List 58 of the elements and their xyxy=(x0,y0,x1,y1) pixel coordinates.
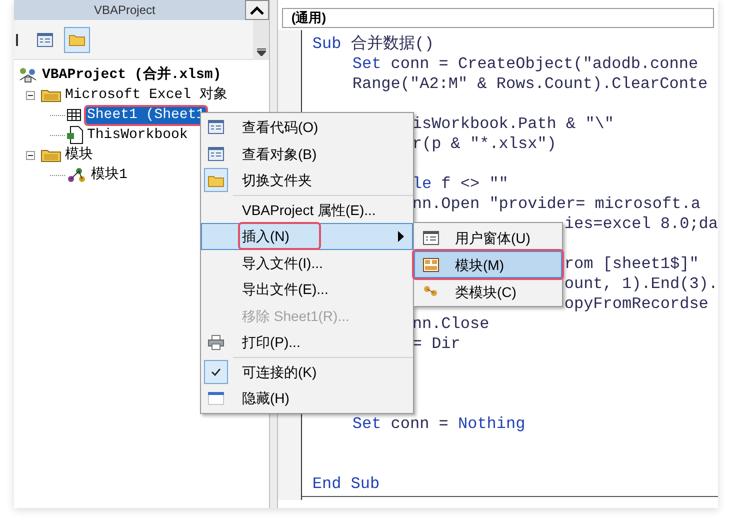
menu-item[interactable]: 用户窗体(U) xyxy=(414,224,562,251)
worksheet-icon xyxy=(67,107,83,123)
menu-item[interactable]: 导入文件(I)... xyxy=(201,250,413,276)
project-icon xyxy=(18,67,38,83)
collapse-toggle[interactable] xyxy=(26,150,35,160)
menu-item[interactable]: VBAProject 属性(E)... xyxy=(201,196,413,223)
window-list-icon xyxy=(37,32,53,46)
code-line: nn.Close xyxy=(412,314,490,334)
code-line: nn.Open "provider= microsoft.a xyxy=(412,194,700,214)
window-list-icon xyxy=(208,120,224,134)
code-line: le f <> "" xyxy=(412,174,508,194)
tree-item[interactable]: Microsoft Excel 对象 xyxy=(64,86,228,104)
form-icon xyxy=(423,230,439,244)
code-line: ount, 1).End(3). xyxy=(564,274,718,294)
tree-item[interactable]: VBAProject (合并.xlsm) xyxy=(41,66,222,84)
code-line: Set conn = CreateObject("adodb.conne xyxy=(352,54,698,74)
checkmark-icon xyxy=(211,368,221,376)
collapse-toggle[interactable] xyxy=(26,90,35,100)
menu-item[interactable]: 隐藏(H) xyxy=(201,385,413,412)
code-line: End Sub xyxy=(312,474,380,494)
code-line: rom [sheet1$]" xyxy=(564,254,699,274)
printer-icon xyxy=(208,334,224,350)
menu-item[interactable]: 可连接的(K) xyxy=(201,358,413,385)
code-line: Sub 合并数据() xyxy=(312,34,434,54)
folder-icon xyxy=(41,148,61,162)
scroll-up-button[interactable] xyxy=(245,0,270,20)
window-list-icon xyxy=(208,146,224,161)
tree-item[interactable]: ThisWorkbook xyxy=(86,126,189,144)
document-icon xyxy=(67,126,83,144)
toggle-folders-button[interactable] xyxy=(64,26,90,52)
scroll-down-icon xyxy=(256,48,266,56)
menu-item[interactable]: 插入(N) xyxy=(201,223,413,250)
menu-item[interactable]: 模块(M) xyxy=(414,251,562,278)
folder-icon xyxy=(69,33,85,46)
folder-icon xyxy=(41,88,61,102)
caret-up-icon xyxy=(250,6,264,14)
code-line: Range("A2:M" & Rows.Count).ClearConte xyxy=(352,74,708,94)
code-line: ies=excel 8.0;da xyxy=(564,214,718,234)
menu-item[interactable]: 类模块(C) xyxy=(414,278,562,305)
menu-item[interactable]: 切换文件夹 xyxy=(201,167,413,194)
folder-icon xyxy=(208,174,224,187)
menu-item[interactable]: 导出文件(E)... xyxy=(201,276,413,302)
panel-title: VBAProject xyxy=(94,3,156,17)
code-line: isWorkbook.Path & "\" xyxy=(412,114,614,134)
menu-item[interactable]: 打印(P)... xyxy=(201,329,413,356)
object-dropdown[interactable]: (通用) xyxy=(282,8,714,28)
menu-item[interactable]: 查看对象(B) xyxy=(201,140,413,167)
scrollbar[interactable] xyxy=(253,20,270,60)
module-icon xyxy=(423,258,439,272)
code-line: Set conn = Nothing xyxy=(352,414,526,434)
tree-item[interactable]: 模块 xyxy=(64,146,94,164)
tree-item[interactable]: 模块1 xyxy=(90,166,128,184)
submenu-arrow-icon xyxy=(398,230,404,242)
code-line: opyFromRecordse xyxy=(564,294,708,314)
module-icon xyxy=(67,167,87,183)
class-module-icon xyxy=(423,284,439,298)
code-line: r(p & "*.xlsx") xyxy=(412,134,556,154)
window-icon xyxy=(208,392,224,405)
